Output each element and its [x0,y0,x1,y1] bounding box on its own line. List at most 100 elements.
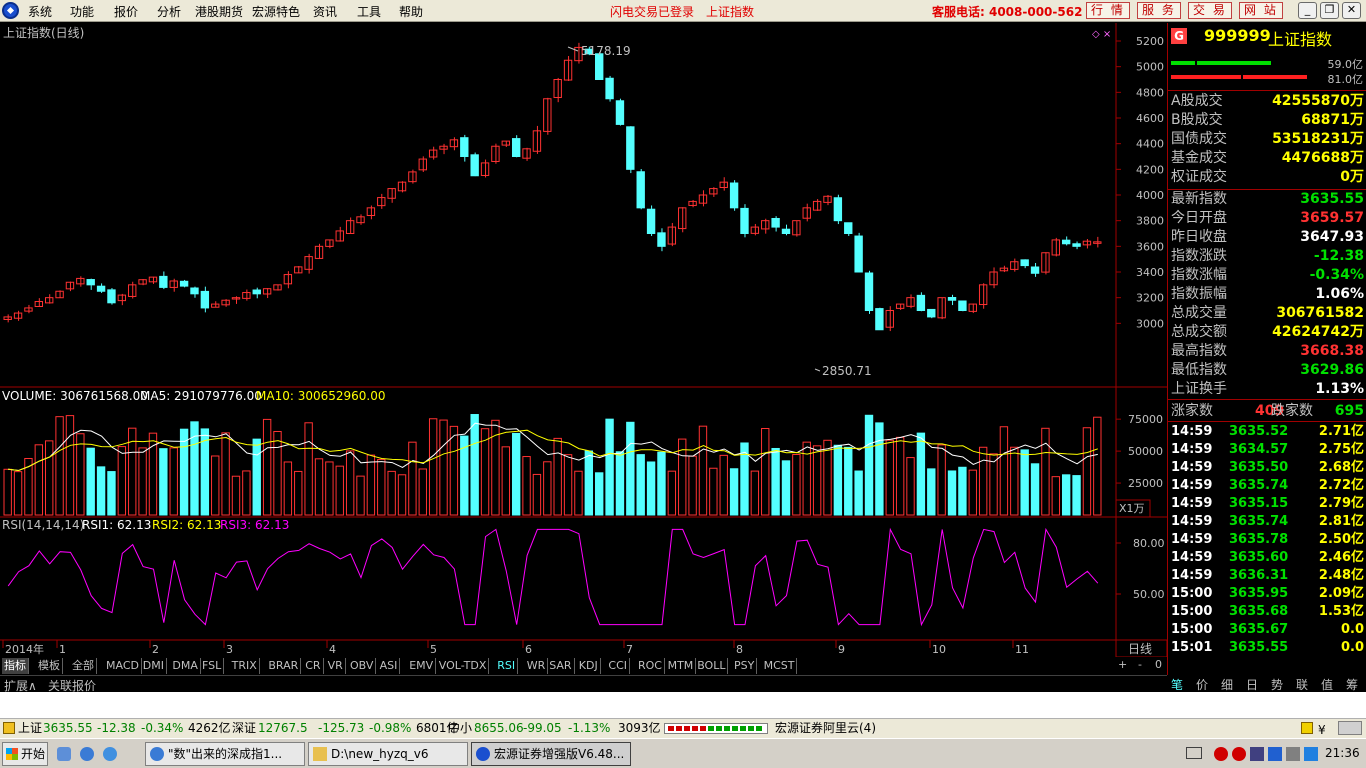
minimize-icon[interactable]: _ [1298,2,1317,19]
period-label[interactable]: 日线 [1128,642,1152,656]
tab-fsl[interactable]: FSL [200,658,225,674]
x-tick-label: 8 [736,643,743,656]
tab-kdj[interactable]: KDJ [577,658,601,674]
app-quicklaunch-icon[interactable] [103,747,117,761]
tab-cci[interactable]: CCI [606,658,630,674]
candle-body [916,294,926,311]
volume-label: VOLUME: 306761568.00 [2,389,148,403]
tick-time: 14:59 [1171,442,1213,457]
task-hongyuan[interactable]: 宏源证券增强版V6.48... [471,742,631,766]
volume-unit: X1万 [1119,502,1145,515]
candle-body [117,294,127,302]
quote-button[interactable]: 行 情 [1086,2,1130,19]
tab-asi[interactable]: ASI [378,658,401,674]
tab-sar[interactable]: SAR [547,658,575,674]
tab-模板[interactable]: 模板 [36,658,63,674]
menu-analysis[interactable]: 分析 [157,3,181,20]
volume-icon[interactable] [1304,747,1318,761]
keyboard-icon[interactable] [1186,747,1202,759]
trade-button[interactable]: 交 易 [1188,2,1232,19]
tab-brar[interactable]: BRAR [266,658,302,674]
breadth-segment [724,726,730,731]
folder-icon [313,747,327,761]
row-label: 上证换手 [1171,381,1227,397]
tray-icon-5[interactable] [1286,747,1300,761]
kline-chart[interactable]: 5200 5000 4800 4600 4400 4200 4000 3800 3600 3400… [0,23,1167,657]
service-button[interactable]: 服 务 [1137,2,1181,19]
tab-obv[interactable]: OBV [348,658,377,674]
zoom-in-button[interactable]: + [1118,658,1127,671]
panel-tab[interactable]: 笔 [1171,676,1183,693]
tab-boll[interactable]: BOLL [695,658,729,674]
menu-system[interactable]: 系统 [28,3,52,20]
restore-icon[interactable]: ❐ [1320,2,1339,19]
tray-icon-3[interactable] [1250,747,1264,761]
browser-quicklaunch-icon[interactable] [57,747,71,761]
panel-tab[interactable]: 日 [1246,676,1258,693]
quote-row: 昨日收盘 3647.93 [1171,228,1364,247]
rsi2-value: RSI2: 62.13 [152,518,221,532]
panel-tab[interactable]: 势 [1271,676,1283,693]
menu-hk-futures[interactable]: 港股期货 [195,3,243,20]
tab-wr[interactable]: WR [525,658,549,674]
panel-tab[interactable]: 价 [1196,676,1208,693]
candle-body [854,235,863,273]
task-folder[interactable]: D:\new_hyzq_v6 [308,742,468,766]
diamond-icon[interactable]: ◇ × [1092,29,1111,40]
menu-tools[interactable]: 工具 [357,3,381,20]
tick-row: 14:59 3634.57 2.75亿 [1171,441,1364,459]
tab-trix[interactable]: TRIX [230,658,260,674]
volume-bar [823,439,832,516]
ie-icon[interactable] [80,747,94,761]
tab-dma[interactable]: DMA [170,658,201,674]
start-button[interactable]: 开始 [2,742,48,766]
tray-icon-4[interactable] [1268,747,1282,761]
tab-dmi[interactable]: DMI [141,658,168,674]
alert-icon[interactable] [1301,722,1313,734]
windows-logo-icon [6,748,18,760]
tick-volume: 2.72亿 [1318,478,1364,493]
close-icon[interactable]: ✕ [1342,2,1361,19]
tab-mcst[interactable]: MCST [762,658,798,674]
tick-time: 15:00 [1171,604,1213,619]
task-browser[interactable]: "数"出来的深成指1... [145,742,305,766]
hotline: 客服电话: 4008-000-562 [932,5,1083,19]
menu-hongyuan[interactable]: 宏源特色 [252,3,300,20]
panel-tab[interactable]: 筹 [1346,676,1358,693]
tab-emv[interactable]: EMV [407,658,437,674]
tab-psy[interactable]: PSY [732,658,758,674]
tab-指标[interactable]: 指标 [2,658,29,674]
panel-tab[interactable]: 值 [1321,676,1333,693]
chart-title: 上证指数(日线) [3,25,84,40]
tab-rsi[interactable]: RSI [495,658,519,674]
volume-bar [937,444,946,516]
tab-roc[interactable]: ROC [636,658,665,674]
tray-icon-2[interactable] [1232,747,1246,761]
row-value: 1.06% [1315,286,1364,302]
price-tick-label: 4200 [1136,163,1164,176]
zx-label: 中小 [448,721,473,735]
candle-body [802,207,811,219]
tick-row: 15:00 3635.68 1.53亿 [1171,603,1364,621]
zoom-out-button[interactable]: - [1138,658,1142,671]
candle-body [657,232,666,247]
menu-quote[interactable]: 报价 [114,3,138,20]
tab-全部[interactable]: 全部 [70,658,97,674]
panel-tab[interactable]: 细 [1221,676,1233,693]
tab-cr[interactable]: CR [303,658,324,674]
panel-tab[interactable]: 联 [1296,676,1308,693]
tab-vol-tdx[interactable]: VOL-TDX [437,658,490,674]
menu-function[interactable]: 功能 [70,3,94,20]
reset-button[interactable]: 0 [1155,658,1162,671]
tab-macd[interactable]: MACD [104,658,142,674]
candle-body [1051,239,1060,256]
menu-help[interactable]: 帮助 [399,3,423,20]
tab-mtm[interactable]: MTM [666,658,697,674]
candle-body [1020,259,1029,267]
volume-tick-label: 50000 [1128,445,1163,458]
task-label: D:\new_hyzq_v6 [331,747,429,761]
website-button[interactable]: 网 站 [1239,2,1283,19]
tray-icon-1[interactable] [1214,747,1228,761]
tab-vr[interactable]: VR [326,658,346,674]
menu-news[interactable]: 资讯 [313,3,337,20]
